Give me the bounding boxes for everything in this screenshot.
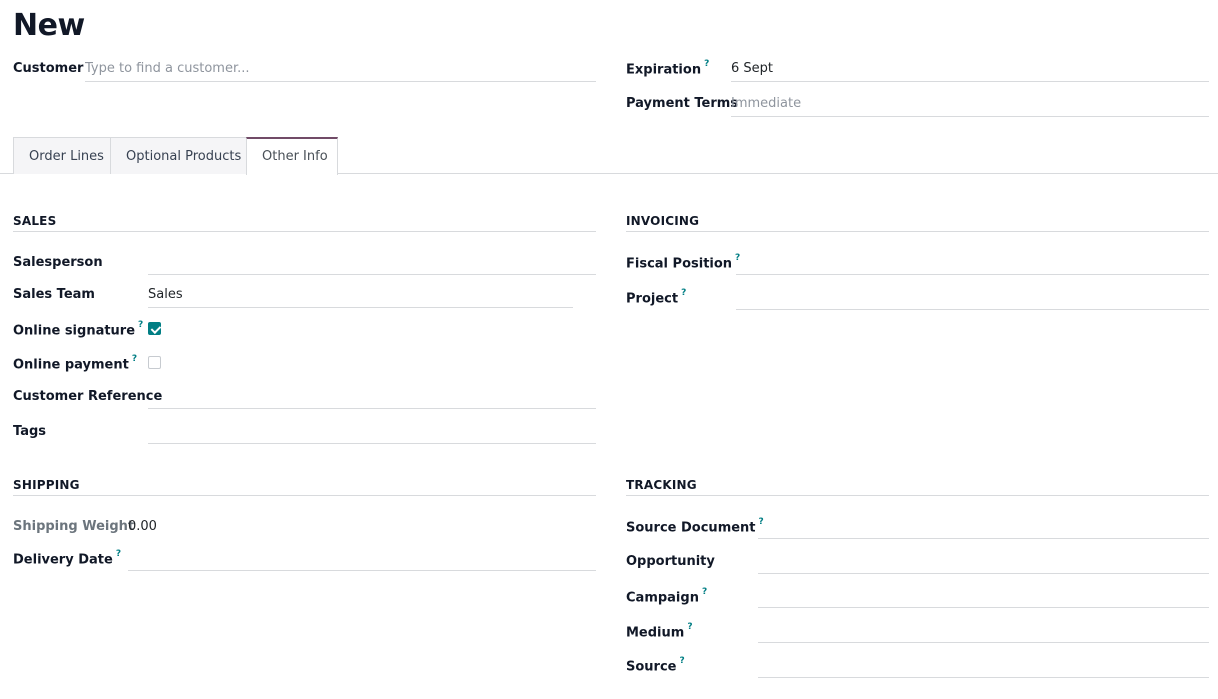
tab-optional-products[interactable]: Optional Products bbox=[110, 137, 247, 174]
tags-field[interactable] bbox=[148, 420, 596, 444]
payment-terms-label: Payment Terms bbox=[626, 96, 739, 111]
expiration-value[interactable]: 6 Sept bbox=[731, 61, 773, 76]
source-document-label: Source Document? bbox=[626, 517, 764, 536]
online-signature-label-text: Online signature bbox=[13, 323, 136, 339]
invoicing-section-title: INVOICING bbox=[626, 214, 1209, 232]
source-label-text: Source bbox=[626, 659, 677, 675]
payment-terms-input[interactable] bbox=[731, 96, 1209, 111]
source-label: Source? bbox=[626, 656, 685, 675]
sales-team-label: Sales Team bbox=[13, 287, 95, 302]
customer-field[interactable] bbox=[85, 58, 596, 82]
source-field[interactable] bbox=[758, 654, 1209, 678]
online-payment-label-text: Online payment bbox=[13, 357, 129, 373]
sales-team-value[interactable]: Sales bbox=[148, 287, 183, 302]
delivery-date-help-icon[interactable]: ? bbox=[116, 549, 121, 559]
medium-label: Medium? bbox=[626, 622, 693, 641]
shipping-weight-value: 0.00 bbox=[128, 519, 157, 534]
salesperson-label: Salesperson bbox=[13, 255, 103, 270]
online-payment-checkbox[interactable] bbox=[148, 356, 161, 369]
customer-reference-label: Customer Reference bbox=[13, 389, 163, 404]
online-signature-help-icon[interactable]: ? bbox=[138, 320, 143, 330]
expiration-help-icon[interactable]: ? bbox=[704, 59, 709, 69]
delivery-date-label-text: Delivery Date bbox=[13, 552, 113, 568]
project-field[interactable] bbox=[736, 286, 1209, 310]
online-payment-help-icon[interactable]: ? bbox=[132, 354, 137, 364]
opportunity-label: Opportunity bbox=[626, 554, 715, 569]
customer-input[interactable] bbox=[85, 61, 596, 76]
tab-order-lines[interactable]: Order Lines bbox=[13, 137, 111, 174]
shipping-weight-field: 0.00 bbox=[128, 516, 328, 540]
tags-label: Tags bbox=[13, 424, 47, 439]
tracking-section-title: TRACKING bbox=[626, 478, 1209, 496]
shipping-section-title: SHIPPING bbox=[13, 478, 596, 496]
medium-label-text: Medium bbox=[626, 625, 685, 641]
campaign-help-icon[interactable]: ? bbox=[702, 587, 707, 597]
customer-reference-field[interactable] bbox=[148, 385, 596, 409]
delivery-date-field[interactable] bbox=[128, 547, 596, 571]
expiration-label: Expiration? bbox=[626, 59, 709, 78]
expiration-field[interactable]: 6 Sept bbox=[731, 58, 1209, 82]
fiscal-position-label: Fiscal Position? bbox=[626, 253, 740, 272]
medium-help-icon[interactable]: ? bbox=[687, 622, 692, 632]
fiscal-position-field[interactable] bbox=[736, 251, 1209, 275]
notebook-tabs: Order Lines Optional Products Other Info bbox=[0, 137, 1218, 175]
page-title: New bbox=[13, 8, 85, 43]
campaign-label: Campaign? bbox=[626, 587, 707, 606]
customer-label: Customer bbox=[13, 61, 84, 76]
sales-team-field[interactable]: Sales bbox=[148, 284, 573, 308]
opportunity-field[interactable] bbox=[758, 550, 1209, 574]
online-signature-checkbox[interactable] bbox=[148, 322, 161, 335]
online-payment-label: Online payment? bbox=[13, 354, 137, 373]
expiration-label-text: Expiration bbox=[626, 62, 702, 78]
project-label: Project? bbox=[626, 288, 686, 307]
project-help-icon[interactable]: ? bbox=[681, 288, 686, 298]
delivery-date-label: Delivery Date? bbox=[13, 549, 121, 568]
campaign-label-text: Campaign bbox=[626, 590, 699, 606]
shipping-weight-label: Shipping Weight bbox=[13, 519, 135, 534]
fiscal-position-label-text: Fiscal Position bbox=[626, 256, 733, 272]
campaign-field[interactable] bbox=[758, 584, 1209, 608]
source-document-field[interactable] bbox=[758, 515, 1209, 539]
source-document-label-text: Source Document bbox=[626, 520, 756, 536]
sales-section-title: SALES bbox=[13, 214, 596, 232]
tab-other-info[interactable]: Other Info bbox=[246, 137, 338, 175]
salesperson-field[interactable] bbox=[148, 251, 596, 275]
project-label-text: Project bbox=[626, 291, 679, 307]
source-help-icon[interactable]: ? bbox=[679, 656, 684, 666]
payment-terms-field[interactable] bbox=[731, 93, 1209, 117]
online-signature-label: Online signature? bbox=[13, 320, 143, 339]
medium-field[interactable] bbox=[758, 619, 1209, 643]
